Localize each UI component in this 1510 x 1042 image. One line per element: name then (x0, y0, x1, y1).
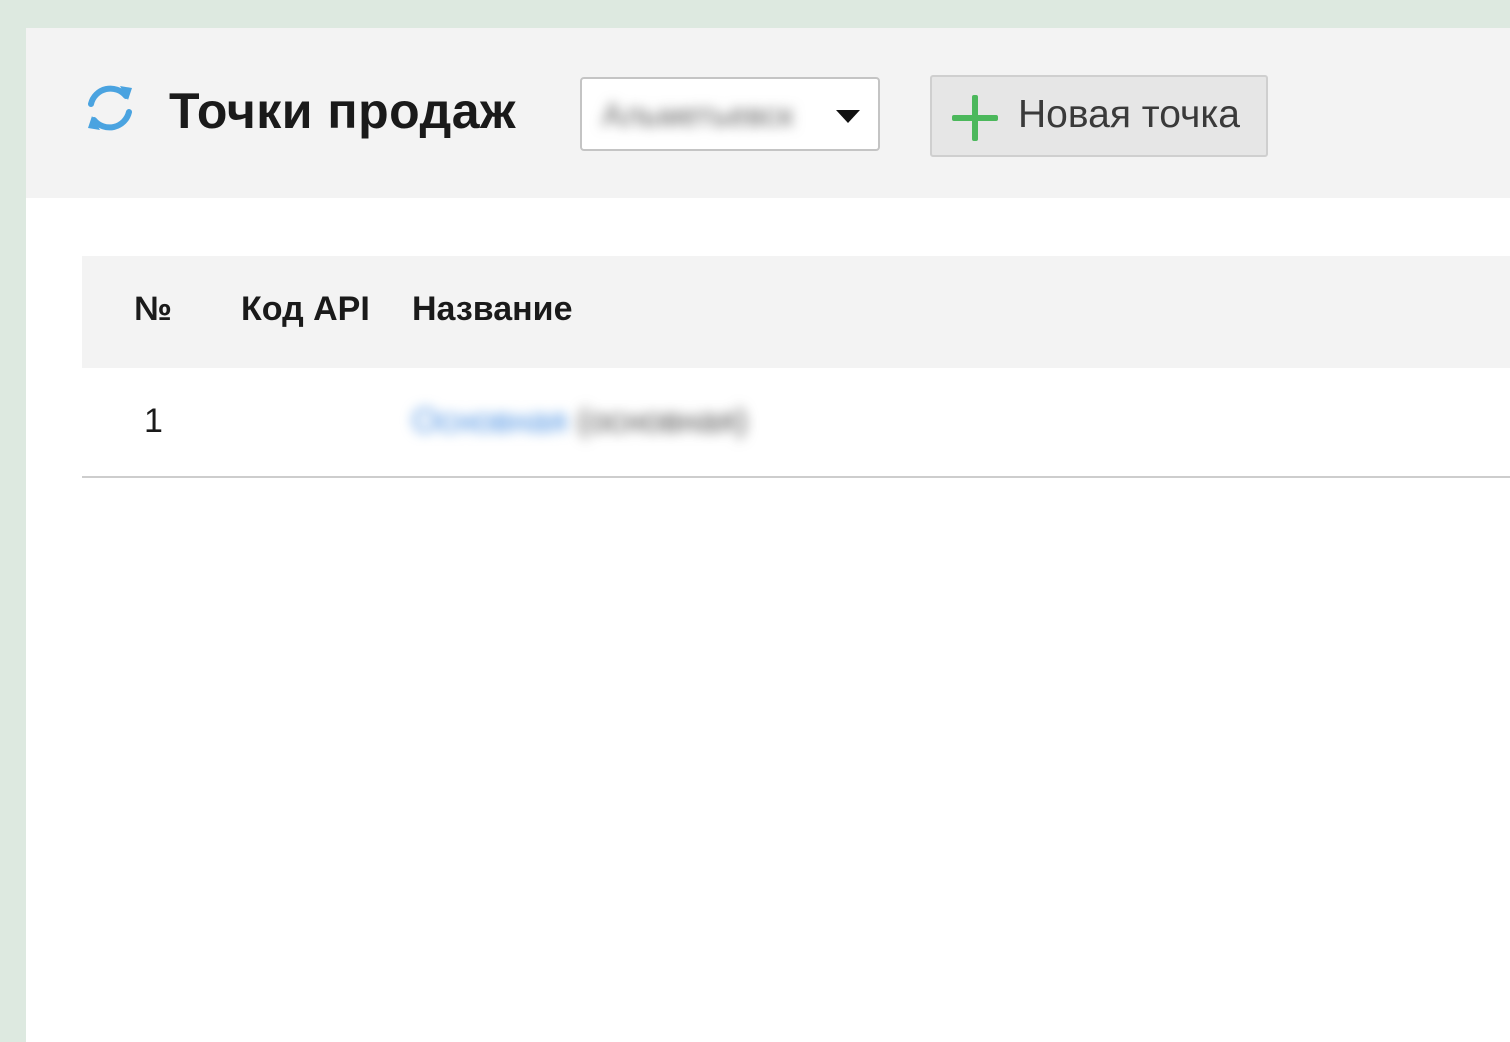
company-select-value: Альметьевск (602, 97, 794, 133)
column-header-name[interactable]: Название (412, 290, 573, 329)
row-name-cell: Основная (основная) (412, 402, 748, 441)
row-name-link[interactable]: Основная (412, 402, 567, 440)
page-title: Точки продаж (169, 83, 516, 139)
column-header-api-code[interactable]: Код API (241, 290, 370, 329)
row-name-suffix: (основная) (577, 402, 748, 440)
refresh-icon[interactable] (82, 80, 138, 136)
table-row: 1 Основная (основная) (82, 368, 1510, 478)
new-point-button[interactable]: Новая точка (930, 75, 1268, 157)
table-header: № Код API Название (82, 256, 1510, 368)
sales-points-table: № Код API Название 1 Основная (основная) (82, 256, 1510, 478)
new-point-button-label: Новая точка (1018, 93, 1240, 136)
caret-down-icon (836, 110, 860, 123)
company-select[interactable]: Альметьевск (580, 77, 880, 151)
column-header-number[interactable]: № (134, 290, 172, 329)
plus-icon (952, 95, 998, 141)
row-number: 1 (144, 402, 163, 440)
page-header: Точки продаж Альметьевск Новая точка (26, 28, 1510, 198)
app-frame: Точки продаж Альметьевск Новая точка № К… (26, 28, 1510, 1042)
